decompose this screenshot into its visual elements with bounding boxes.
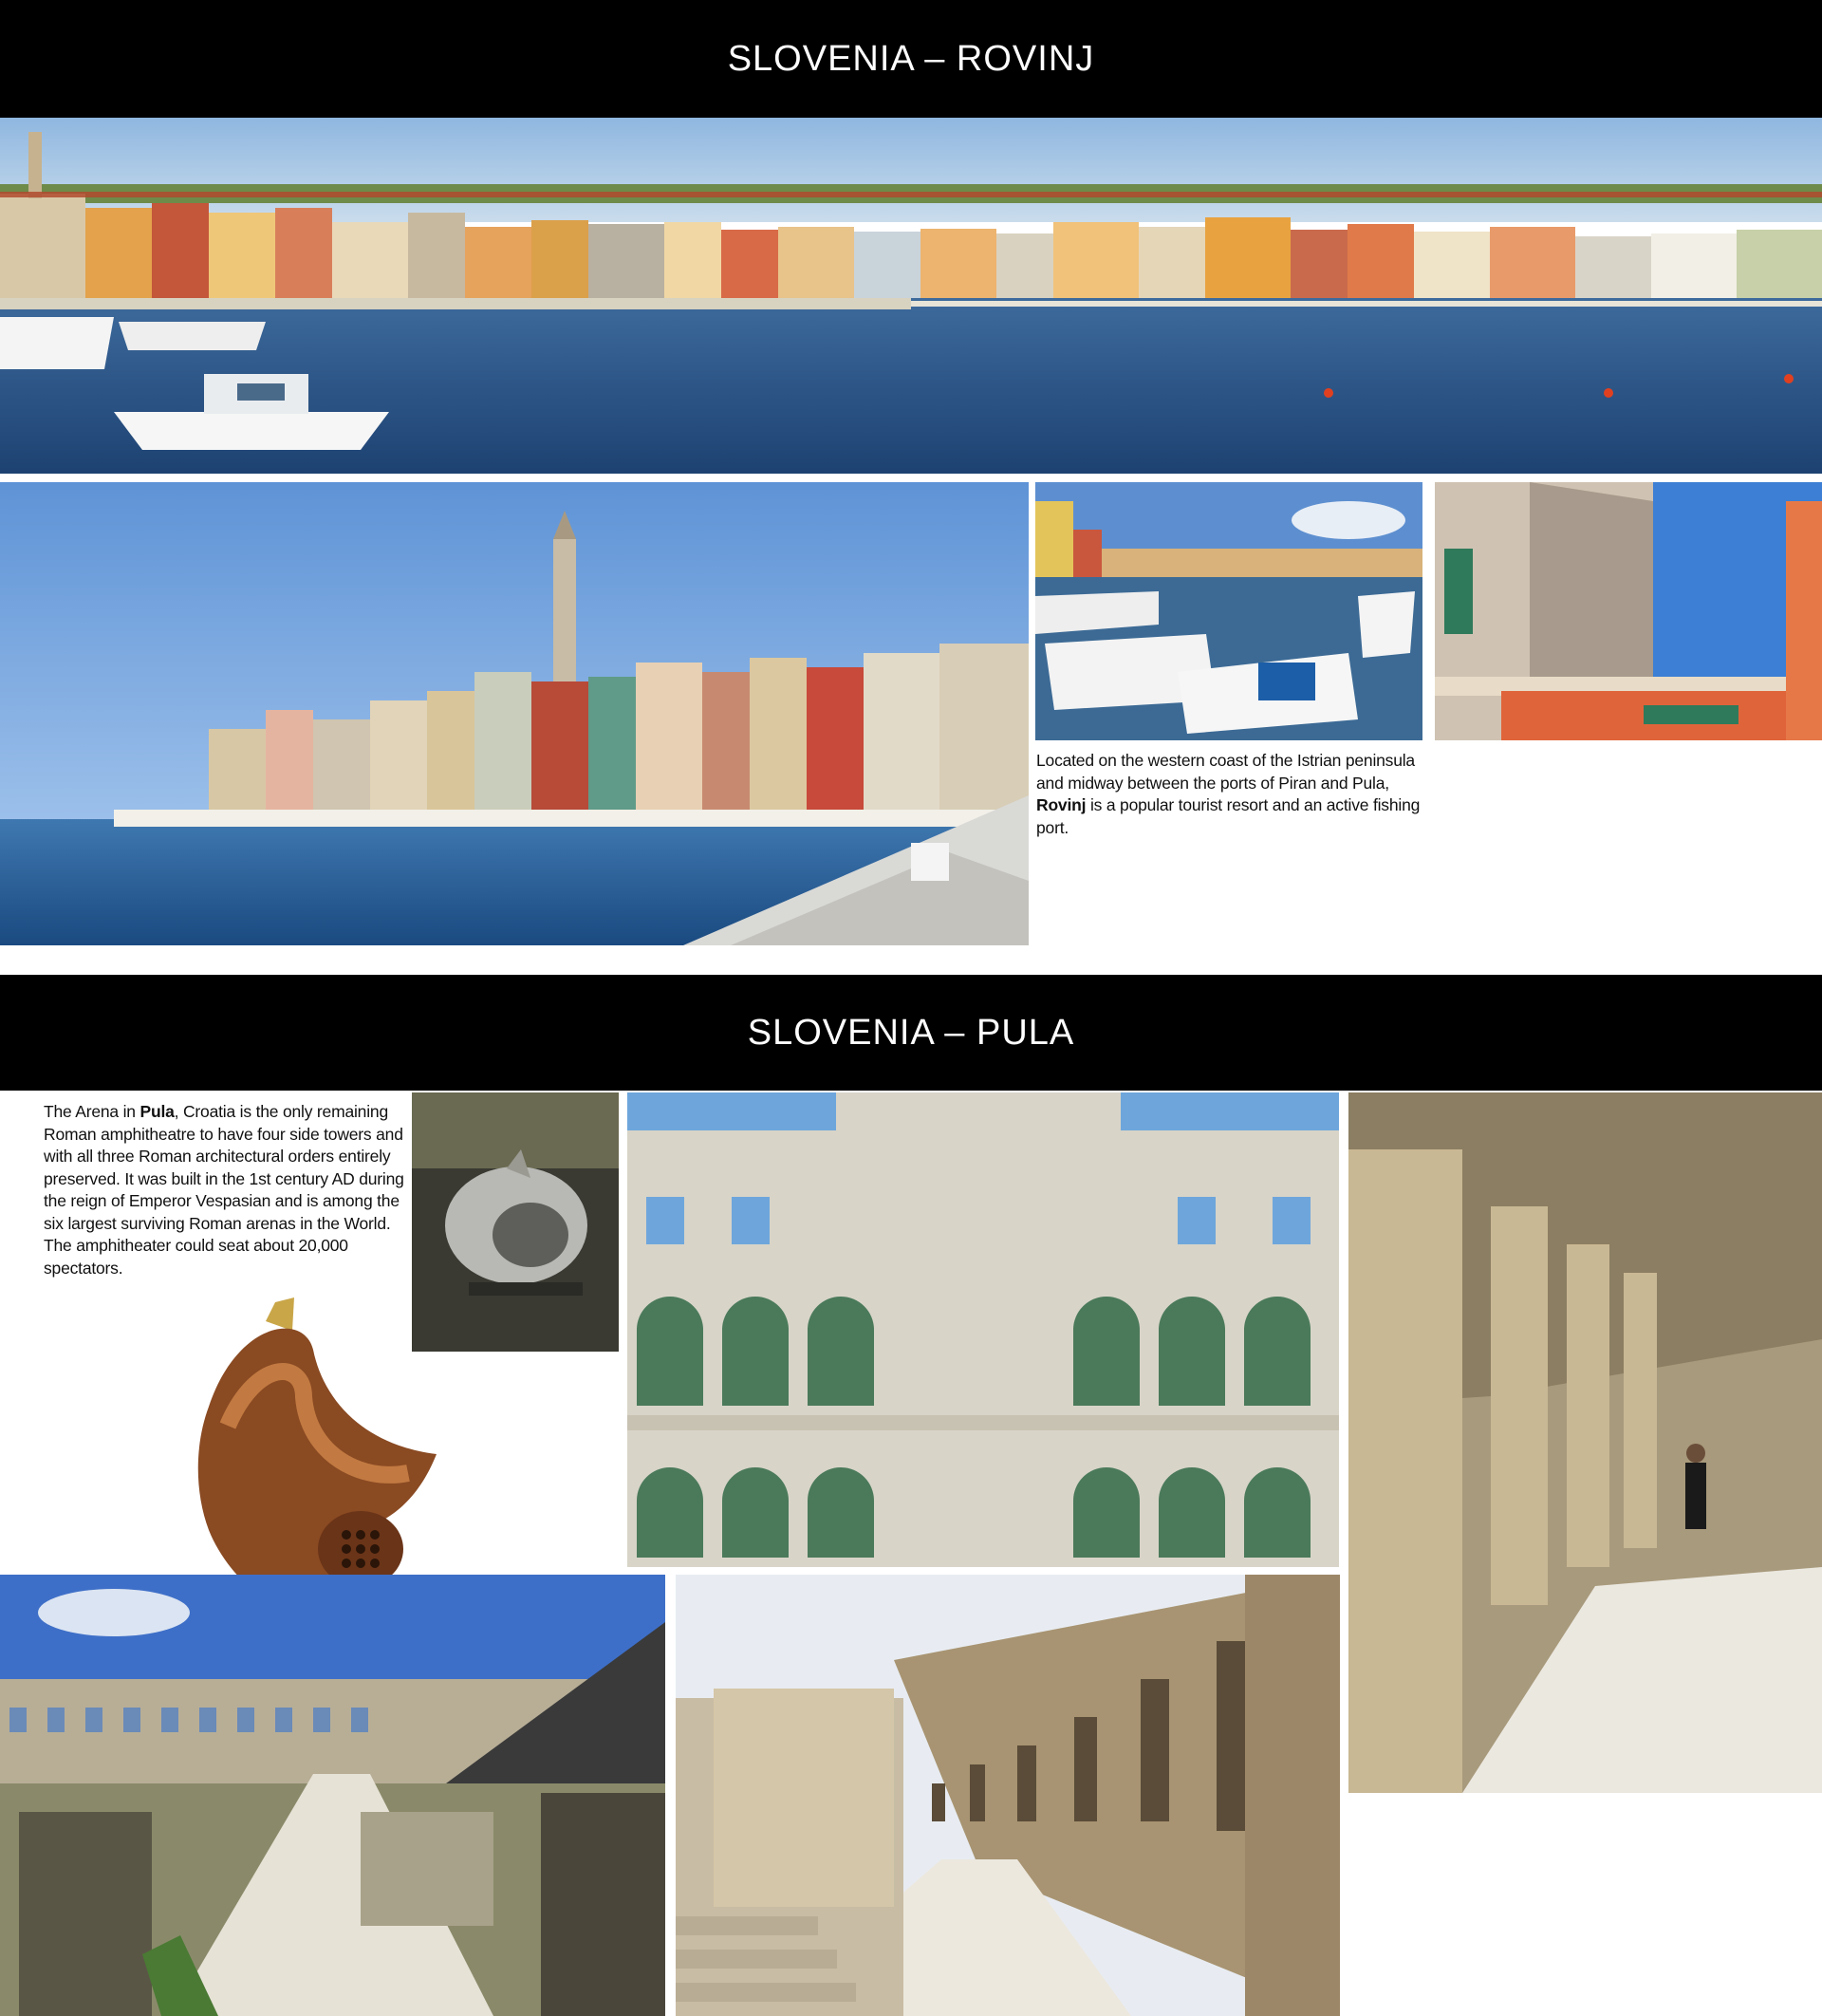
rovinj-caption-after: is a popular tourist resort and an activ…: [1036, 795, 1421, 837]
rovinj-title: SLOVENIA – ROVINJ: [727, 38, 1095, 79]
rovinj-caption-before: Located on the western coast of the Istr…: [1036, 751, 1415, 793]
rovinj-title-banner: SLOVENIA – ROVINJ: [0, 0, 1822, 118]
pula-caption-before: The Arena in: [44, 1102, 140, 1121]
pula-caption: The Arena in Pula, Croatia is the only r…: [44, 1101, 404, 1279]
pula-caption-after: , Croatia is the only remaining Roman am…: [44, 1102, 404, 1278]
pula-arena-walkway-photo: [1348, 1092, 1822, 1793]
pula-arena-arches-photo: [627, 1092, 1339, 1567]
rovinj-caption-place: Rovinj: [1036, 795, 1087, 814]
pula-title: SLOVENIA – PULA: [747, 1012, 1075, 1053]
rovinj-old-town-peninsula-photo: [0, 482, 1029, 945]
rovinj-caption: Located on the western coast of the Istr…: [1036, 750, 1435, 839]
pula-arena-interior-photo: [0, 1575, 665, 2016]
rovinj-harbour-panorama-photo: [0, 118, 1822, 474]
pula-caption-place: Pula: [139, 1102, 175, 1121]
pula-title-banner: SLOVENIA – PULA: [0, 975, 1822, 1091]
rovinj-marina-boats-photo: [1035, 482, 1422, 740]
rovinj-rooftop-detail-photo: [1435, 482, 1822, 740]
pula-arena-corridor-photo: [676, 1575, 1340, 2016]
